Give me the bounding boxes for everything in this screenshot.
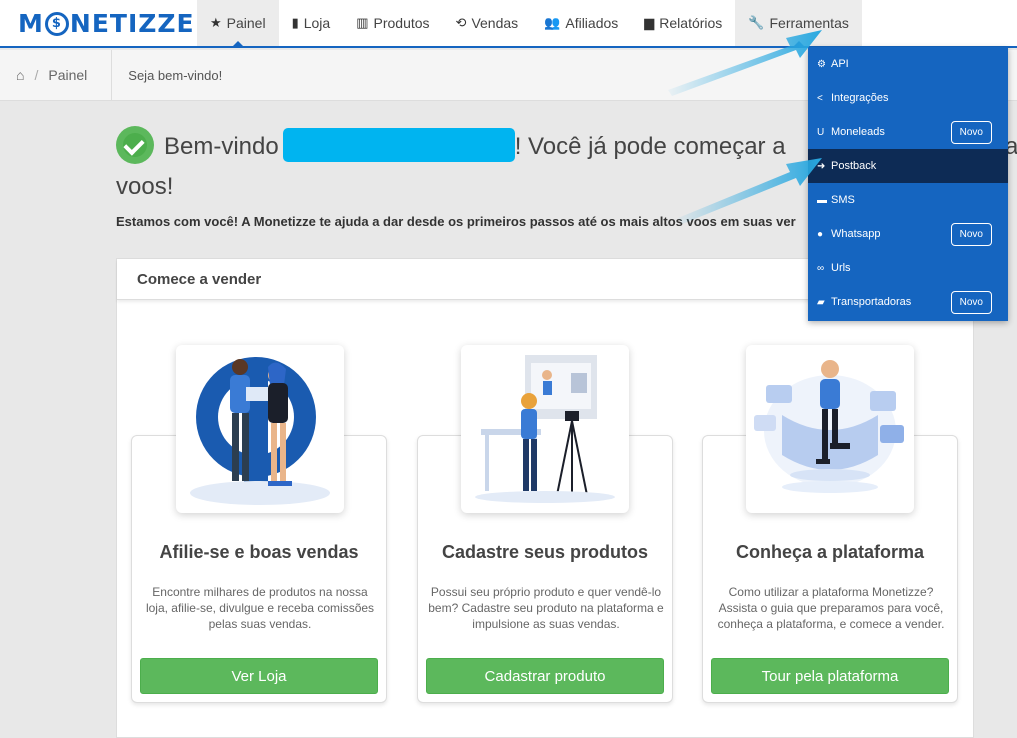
- nav-label: Ferramentas: [769, 15, 849, 31]
- welcome-subtitle: Estamos com você! A Monetizze te ajuda a…: [116, 214, 796, 229]
- start-selling-panel: Comece a vender Afilie-se e boas vendas …: [116, 258, 974, 738]
- nav-vendas[interactable]: ⟲ Vendas: [443, 0, 532, 46]
- breadcrumb-divider: [111, 49, 113, 101]
- logo-text-start: M: [18, 8, 44, 38]
- affiliate-illustration: [176, 345, 344, 513]
- chat-icon: ●: [817, 228, 824, 240]
- breadcrumb-welcome: Seja bem-vindo!: [128, 67, 223, 83]
- menu-item-whatsapp[interactable]: ● Whatsapp Novo: [808, 217, 1008, 251]
- menu-item-moneleads[interactable]: U Moneleads Novo: [808, 115, 1008, 149]
- breadcrumb-separator: /: [34, 67, 39, 83]
- nav-label: Afiliados: [565, 15, 619, 31]
- logo-text-end: NETIZZE: [69, 8, 195, 38]
- card-title: Afilie-se e boas vendas: [159, 542, 359, 562]
- menu-item-api[interactable]: ⚙ API: [808, 47, 1008, 81]
- truck-icon: ▰: [817, 296, 825, 308]
- platform-illustration: [746, 345, 914, 513]
- welcome-text-cont: ! Você já pode começar a: [514, 133, 786, 160]
- star-icon: ★: [210, 15, 222, 30]
- menu-item-urls[interactable]: ∞ Urls: [808, 251, 1008, 285]
- card-description: Encontre milhares de produtos na nossa l…: [145, 585, 375, 631]
- monetizze-logo[interactable]: M $ NETIZZE: [18, 8, 195, 38]
- new-badge: Novo: [950, 223, 992, 246]
- new-badge: Novo: [950, 291, 992, 314]
- wrench-icon: 🔧: [748, 15, 765, 30]
- nav-ferramentas[interactable]: 🔧 Ferramentas: [735, 0, 862, 48]
- breadcrumb-current[interactable]: Painel: [48, 67, 87, 83]
- nav-loja[interactable]: ▮ Loja: [279, 0, 344, 46]
- verified-check-icon: [116, 125, 154, 164]
- ferramentas-dropdown: ⚙ API < Integrações U Moneleads Novo ➜ Postba…: [808, 47, 1008, 321]
- menu-item-sms[interactable]: ▬ SMS: [808, 183, 1008, 217]
- nav-relatorios[interactable]: ▆ Relatórios: [631, 0, 735, 46]
- main-nav: ★ Painel ▮ Loja ▥ Produtos ⟲ Vendas 👥 Afiliad…: [197, 0, 862, 48]
- nav-label: Painel: [226, 15, 266, 31]
- magnet-icon: U: [817, 126, 825, 138]
- nav-label: Produtos: [373, 15, 430, 31]
- nav-label: Vendas: [471, 15, 519, 31]
- ver-loja-button[interactable]: Ver Loja: [140, 658, 378, 694]
- nav-label: Loja: [303, 15, 331, 31]
- menu-item-label: SMS: [831, 194, 855, 206]
- nav-painel[interactable]: ★ Painel: [197, 0, 279, 48]
- menu-item-label: Transportadoras: [831, 296, 912, 308]
- cadastrar-produto-button[interactable]: Cadastrar produto: [426, 658, 664, 694]
- welcome-text: Bem-vindo: [164, 133, 279, 160]
- menu-item-postback[interactable]: ➜ Postback: [808, 149, 1008, 183]
- menu-item-label: Integrações: [831, 92, 889, 104]
- menu-item-transportadoras[interactable]: ▰ Transportadoras Novo: [808, 285, 1008, 319]
- menu-item-label: Moneleads: [831, 126, 885, 138]
- arrow-circle-icon: ➜: [817, 160, 826, 172]
- new-badge: Novo: [950, 121, 992, 144]
- products-illustration: [461, 345, 629, 513]
- redacted-username: [282, 127, 515, 162]
- link-icon: ∞: [817, 262, 825, 274]
- menu-item-label: Urls: [831, 262, 851, 274]
- nav-label: Relatórios: [659, 15, 723, 31]
- card-title: Cadastre seus produtos: [441, 542, 649, 562]
- welcome-text-line2: voos!: [116, 173, 174, 200]
- menu-item-label: Postback: [831, 160, 877, 172]
- menu-item-integracoes[interactable]: < Integrações: [808, 81, 1008, 115]
- nav-afiliados[interactable]: 👥 Afiliados: [531, 0, 631, 46]
- wallet-icon: ▮: [291, 15, 299, 30]
- users-icon: 👥: [544, 15, 561, 30]
- top-navbar: M $ NETIZZE ★ Painel ▮ Loja ▥ Produtos ⟲ Venda…: [0, 0, 1017, 48]
- card-title: Conheça a plataforma: [735, 542, 925, 562]
- nav-produtos[interactable]: ▥ Produtos: [343, 0, 442, 46]
- logo-coin-icon: $: [44, 12, 69, 36]
- menu-item-label: Whatsapp: [831, 228, 881, 240]
- menu-item-label: API: [831, 58, 849, 70]
- bar-chart-icon: ▆: [644, 15, 655, 30]
- cogs-icon: ⚙: [817, 58, 826, 70]
- card-description: Como utilizar a plataforma Monetizze? As…: [717, 585, 945, 631]
- share-icon: <: [817, 92, 823, 104]
- barcode-icon: ▥: [356, 15, 369, 30]
- home-icon[interactable]: ⌂: [16, 67, 24, 83]
- money-icon: ⟲: [455, 15, 467, 30]
- sms-icon: ▬: [817, 194, 827, 206]
- tour-plataforma-button[interactable]: Tour pela plataforma: [711, 658, 949, 694]
- card-description: Possui seu próprio produto e quer vendê-…: [428, 585, 664, 631]
